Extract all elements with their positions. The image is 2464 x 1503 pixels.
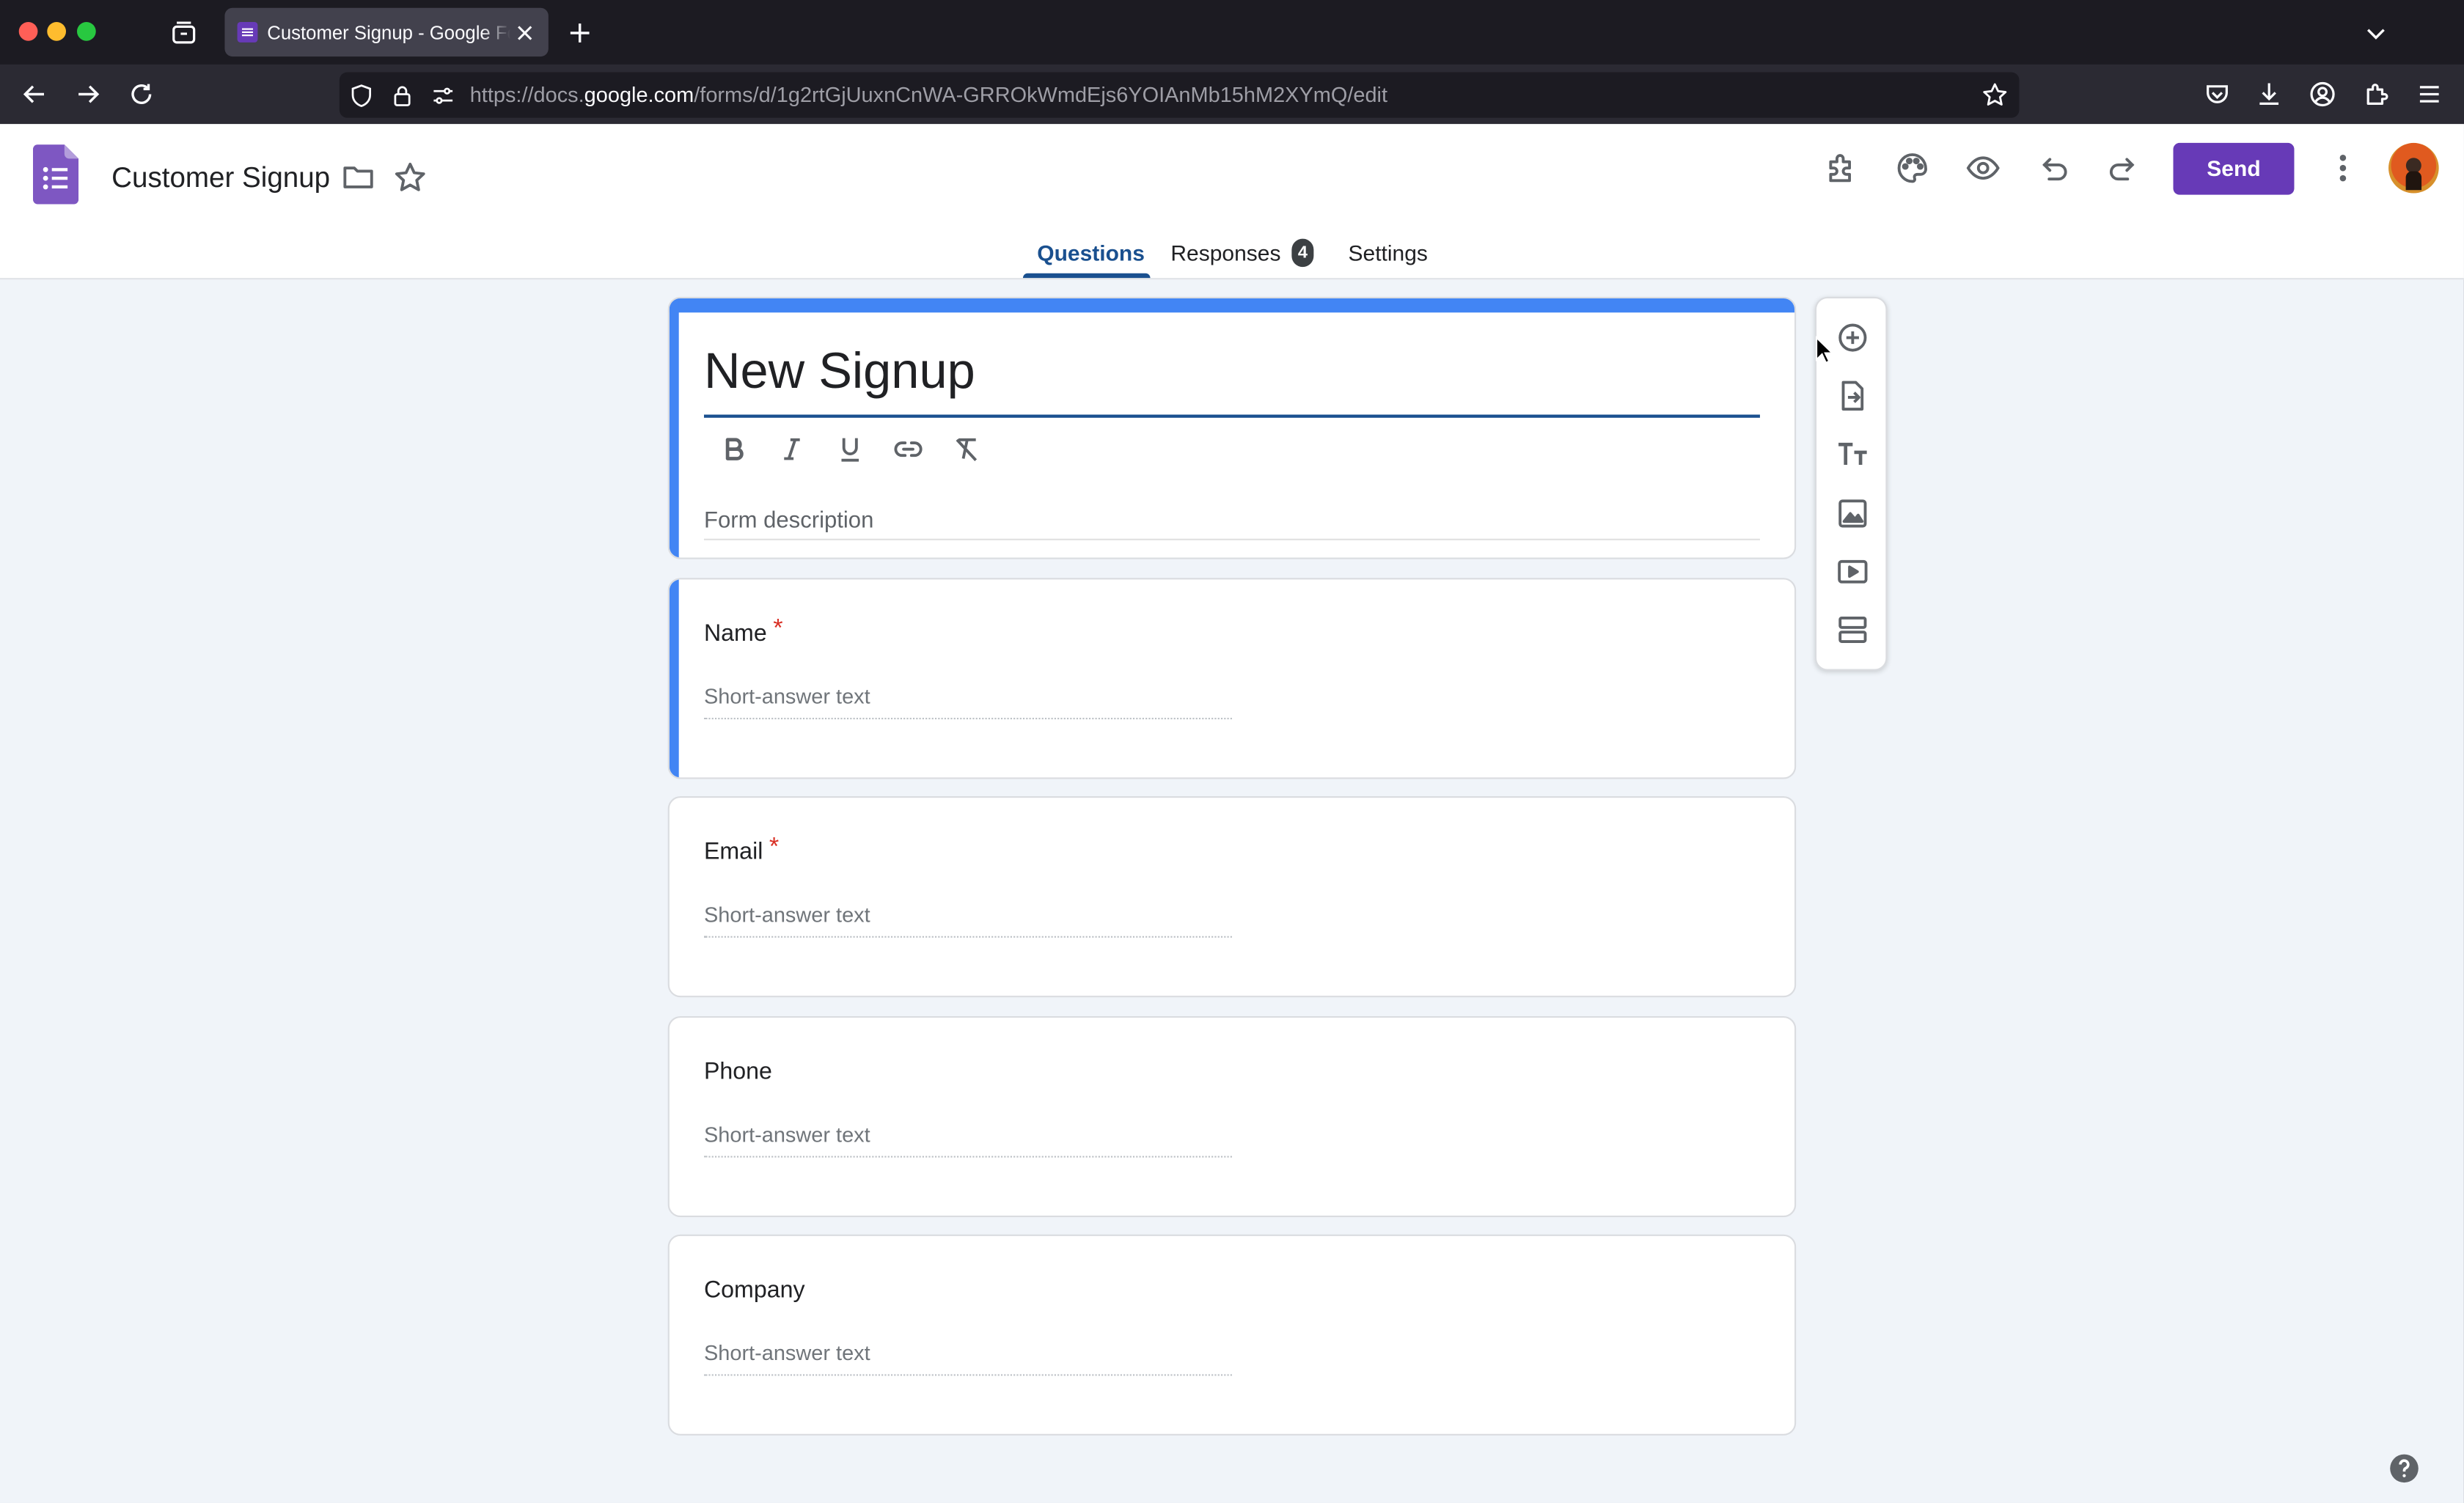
bold-icon[interactable] — [718, 433, 749, 465]
answer-underline — [703, 1374, 1232, 1376]
send-button[interactable]: Send — [2173, 142, 2295, 195]
url-prefix: https://docs. — [469, 83, 584, 107]
question-title-text: Email — [703, 838, 763, 866]
short-answer-placeholder: Short-answer text — [703, 903, 870, 927]
required-asterisk: * — [769, 834, 780, 861]
tab-title: Customer Signup - Google Forms — [267, 21, 510, 44]
add-title-icon[interactable] — [1836, 437, 1870, 471]
short-answer-placeholder: Short-answer text — [703, 1122, 870, 1147]
reload-icon[interactable] — [128, 80, 156, 109]
responses-count-badge: 4 — [1291, 238, 1314, 268]
short-answer-placeholder: Short-answer text — [703, 1341, 870, 1365]
question-title[interactable]: Company — [704, 1277, 811, 1306]
answer-underline — [703, 1155, 1232, 1158]
chevron-down-icon[interactable] — [2364, 21, 2388, 45]
star-icon[interactable] — [393, 160, 428, 194]
redo-icon[interactable] — [2105, 151, 2140, 185]
google-forms-favicon-icon — [237, 21, 258, 43]
site-permissions-icon[interactable] — [430, 84, 455, 109]
form-description-input[interactable]: Form description — [704, 509, 873, 534]
question-card-email[interactable]: Email * Short-answer text — [667, 796, 1797, 998]
url-host: google.com — [584, 83, 694, 107]
question-card-phone[interactable]: Phone Short-answer text — [667, 1015, 1797, 1218]
avatar[interactable] — [2388, 142, 2439, 194]
pocket-icon[interactable] — [2203, 80, 2232, 109]
link-icon[interactable] — [892, 433, 924, 465]
tab-responses[interactable]: Responses — [1170, 240, 1280, 265]
new-tab-icon[interactable] — [568, 21, 593, 45]
forms-app: Customer Signup Send Questions Responses… — [0, 124, 2464, 1503]
window-zoom-button[interactable] — [76, 21, 96, 41]
browser-tab-bar: Customer Signup - Google Forms — [0, 0, 2464, 65]
extensions-icon[interactable] — [2362, 80, 2391, 109]
question-title-text: Name — [703, 620, 767, 647]
clear-formatting-icon[interactable] — [950, 433, 982, 465]
theme-color-bar — [669, 298, 1795, 313]
italic-icon[interactable] — [777, 433, 808, 465]
tab-overview-icon[interactable] — [169, 19, 198, 48]
question-title[interactable]: Name * — [703, 616, 783, 649]
selected-card-indicator — [669, 298, 679, 558]
browser-nav-bar: https://docs.google.com/forms/d/1g2rtGjU… — [0, 64, 2464, 125]
tab-close-icon[interactable] — [514, 22, 536, 44]
add-image-icon[interactable] — [1836, 496, 1870, 531]
screen: Customer Signup - Google Forms — [0, 0, 2464, 1503]
underline-icon[interactable] — [835, 433, 866, 465]
question-title-text: Phone — [703, 1058, 772, 1086]
question-card-company[interactable]: Company Short-answer text — [667, 1234, 1797, 1436]
add-ons-puzzle-icon[interactable] — [1825, 151, 1859, 185]
form-tabs: Questions Responses 4 Settings — [0, 238, 2464, 280]
folder-icon[interactable] — [341, 160, 375, 194]
downloads-icon[interactable] — [2255, 80, 2284, 109]
google-forms-logo-icon[interactable] — [32, 144, 79, 205]
answer-underline — [703, 717, 1232, 720]
hamburger-menu-icon[interactable] — [2415, 80, 2443, 109]
short-answer-placeholder: Short-answer text — [703, 684, 870, 709]
question-title[interactable]: Phone — [704, 1059, 779, 1087]
palette-icon[interactable] — [1895, 151, 1929, 185]
url-bar[interactable]: https://docs.google.com/forms/d/1g2rtGjU… — [339, 72, 2020, 118]
selected-card-indicator — [669, 579, 679, 778]
browser-tab-active[interactable]: Customer Signup - Google Forms — [224, 7, 549, 57]
add-section-icon[interactable] — [1836, 612, 1870, 647]
bookmark-star-icon[interactable] — [1981, 81, 2008, 108]
question-card-name[interactable]: Name * Short-answer text — [667, 578, 1797, 779]
undo-icon[interactable] — [2036, 151, 2071, 185]
add-video-icon[interactable] — [1836, 554, 1870, 589]
url-path: /forms/d/1g2rtGjUuxnCnWA-GRROkWmdEjs6YOI… — [694, 83, 1388, 107]
tab-settings[interactable]: Settings — [1349, 240, 1428, 265]
form-title-card[interactable]: New Signup Form description — [667, 296, 1797, 559]
form-title-input[interactable]: New Signup — [704, 342, 975, 400]
question-title[interactable]: Email * — [703, 834, 779, 867]
back-arrow-icon[interactable] — [21, 80, 49, 109]
window-close-button[interactable] — [18, 21, 38, 41]
active-tab-indicator — [1022, 273, 1151, 279]
window-minimize-button[interactable] — [47, 21, 66, 41]
add-question-icon[interactable] — [1836, 320, 1870, 355]
import-questions-icon[interactable] — [1836, 378, 1870, 413]
more-vert-icon[interactable] — [2325, 151, 2360, 185]
forward-arrow-icon[interactable] — [74, 80, 103, 109]
tab-questions[interactable]: Questions — [1037, 240, 1145, 265]
account-icon[interactable] — [2309, 80, 2337, 109]
help-icon[interactable] — [2388, 1452, 2420, 1484]
mouse-cursor-icon — [1815, 336, 1834, 364]
title-underline — [703, 414, 1760, 418]
question-title-text: Company — [703, 1276, 805, 1304]
answer-underline — [703, 936, 1232, 938]
lock-icon[interactable] — [389, 84, 414, 109]
shield-icon[interactable] — [349, 84, 374, 109]
preview-eye-icon[interactable] — [1966, 151, 2001, 185]
required-asterisk: * — [773, 615, 783, 643]
description-underline — [703, 538, 1760, 540]
form-document-name[interactable]: Customer Signup — [111, 162, 330, 195]
forms-header: Customer Signup Send Questions Responses… — [0, 124, 2464, 280]
url-text[interactable]: https://docs.google.com/forms/d/1g2rtGjU… — [470, 84, 1387, 107]
